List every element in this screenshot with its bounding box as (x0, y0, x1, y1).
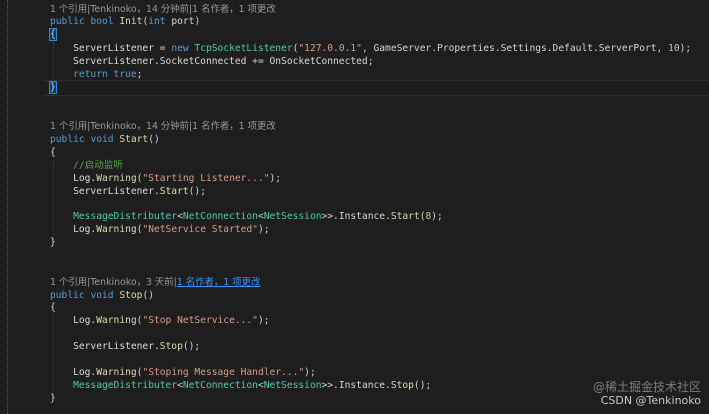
codelens-start[interactable]: 1 个引用|Tenkinoko，14 分钟前|1 名作者，1 项更改 (50, 120, 276, 134)
editor-gutter (0, 0, 44, 414)
code-comment: //启动监听 (73, 160, 124, 171)
code-line-start-signature: public void Start() (50, 134, 160, 145)
code-line-init-signature: public bool Init(int port) (50, 16, 201, 27)
codelens-stop[interactable]: 1 个引用|Tenkinoko，3 天前|1 名作者，1 项更改 (50, 276, 260, 290)
code-line-brace-close: } (50, 237, 56, 248)
watermark: @稀土掘金技术社区 CSDN @Tenkinoko (593, 380, 701, 408)
code-line-init-2: ServerListener.SocketConnected += OnSock… (73, 56, 374, 67)
code-line-init-1: ServerListener = new TcpSocketListener("… (73, 43, 692, 54)
code-line-start-1: Log.Warning("Starting Listener..."); (73, 173, 282, 184)
code-line-stop-4: MessageDistributer<NetConnection<NetSess… (73, 380, 432, 391)
code-line-stop-1: Log.Warning("Stop NetService..."); (73, 315, 270, 326)
code-line-brace-close: } (50, 393, 56, 404)
watermark-csdn: CSDN @Tenkinoko (600, 394, 701, 407)
code-editor[interactable]: 1 个引用|Tenkinoko，14 分钟前|1 名作者，1 项更改 publi… (49, 0, 709, 414)
code-line-brace-open: { (49, 28, 57, 41)
code-line-start-3: MessageDistributer<NetConnection<NetSess… (73, 211, 443, 222)
watermark-juejin: @稀土掘金技术社区 (592, 380, 701, 394)
code-line-start-2: ServerListener.Start(); (73, 186, 206, 197)
codelens-authors-link[interactable]: 1 名作者，1 项更改 (177, 277, 261, 288)
code-line-stop-2: ServerListener.Stop(); (73, 341, 201, 352)
code-line-stop-3: Log.Warning("Stoping Message Handler..."… (73, 367, 316, 378)
text-caret (55, 81, 57, 93)
code-line-brace-open: { (50, 147, 56, 158)
code-line-brace-close: } (49, 81, 57, 94)
code-line-stop-signature: public void Stop() (50, 290, 154, 301)
code-line-start-4: Log.Warning("NetService Started"); (73, 224, 270, 235)
code-line-init-3: return true; (73, 69, 143, 80)
code-line-brace-open: { (50, 302, 56, 313)
outline-guide (7, 0, 8, 414)
